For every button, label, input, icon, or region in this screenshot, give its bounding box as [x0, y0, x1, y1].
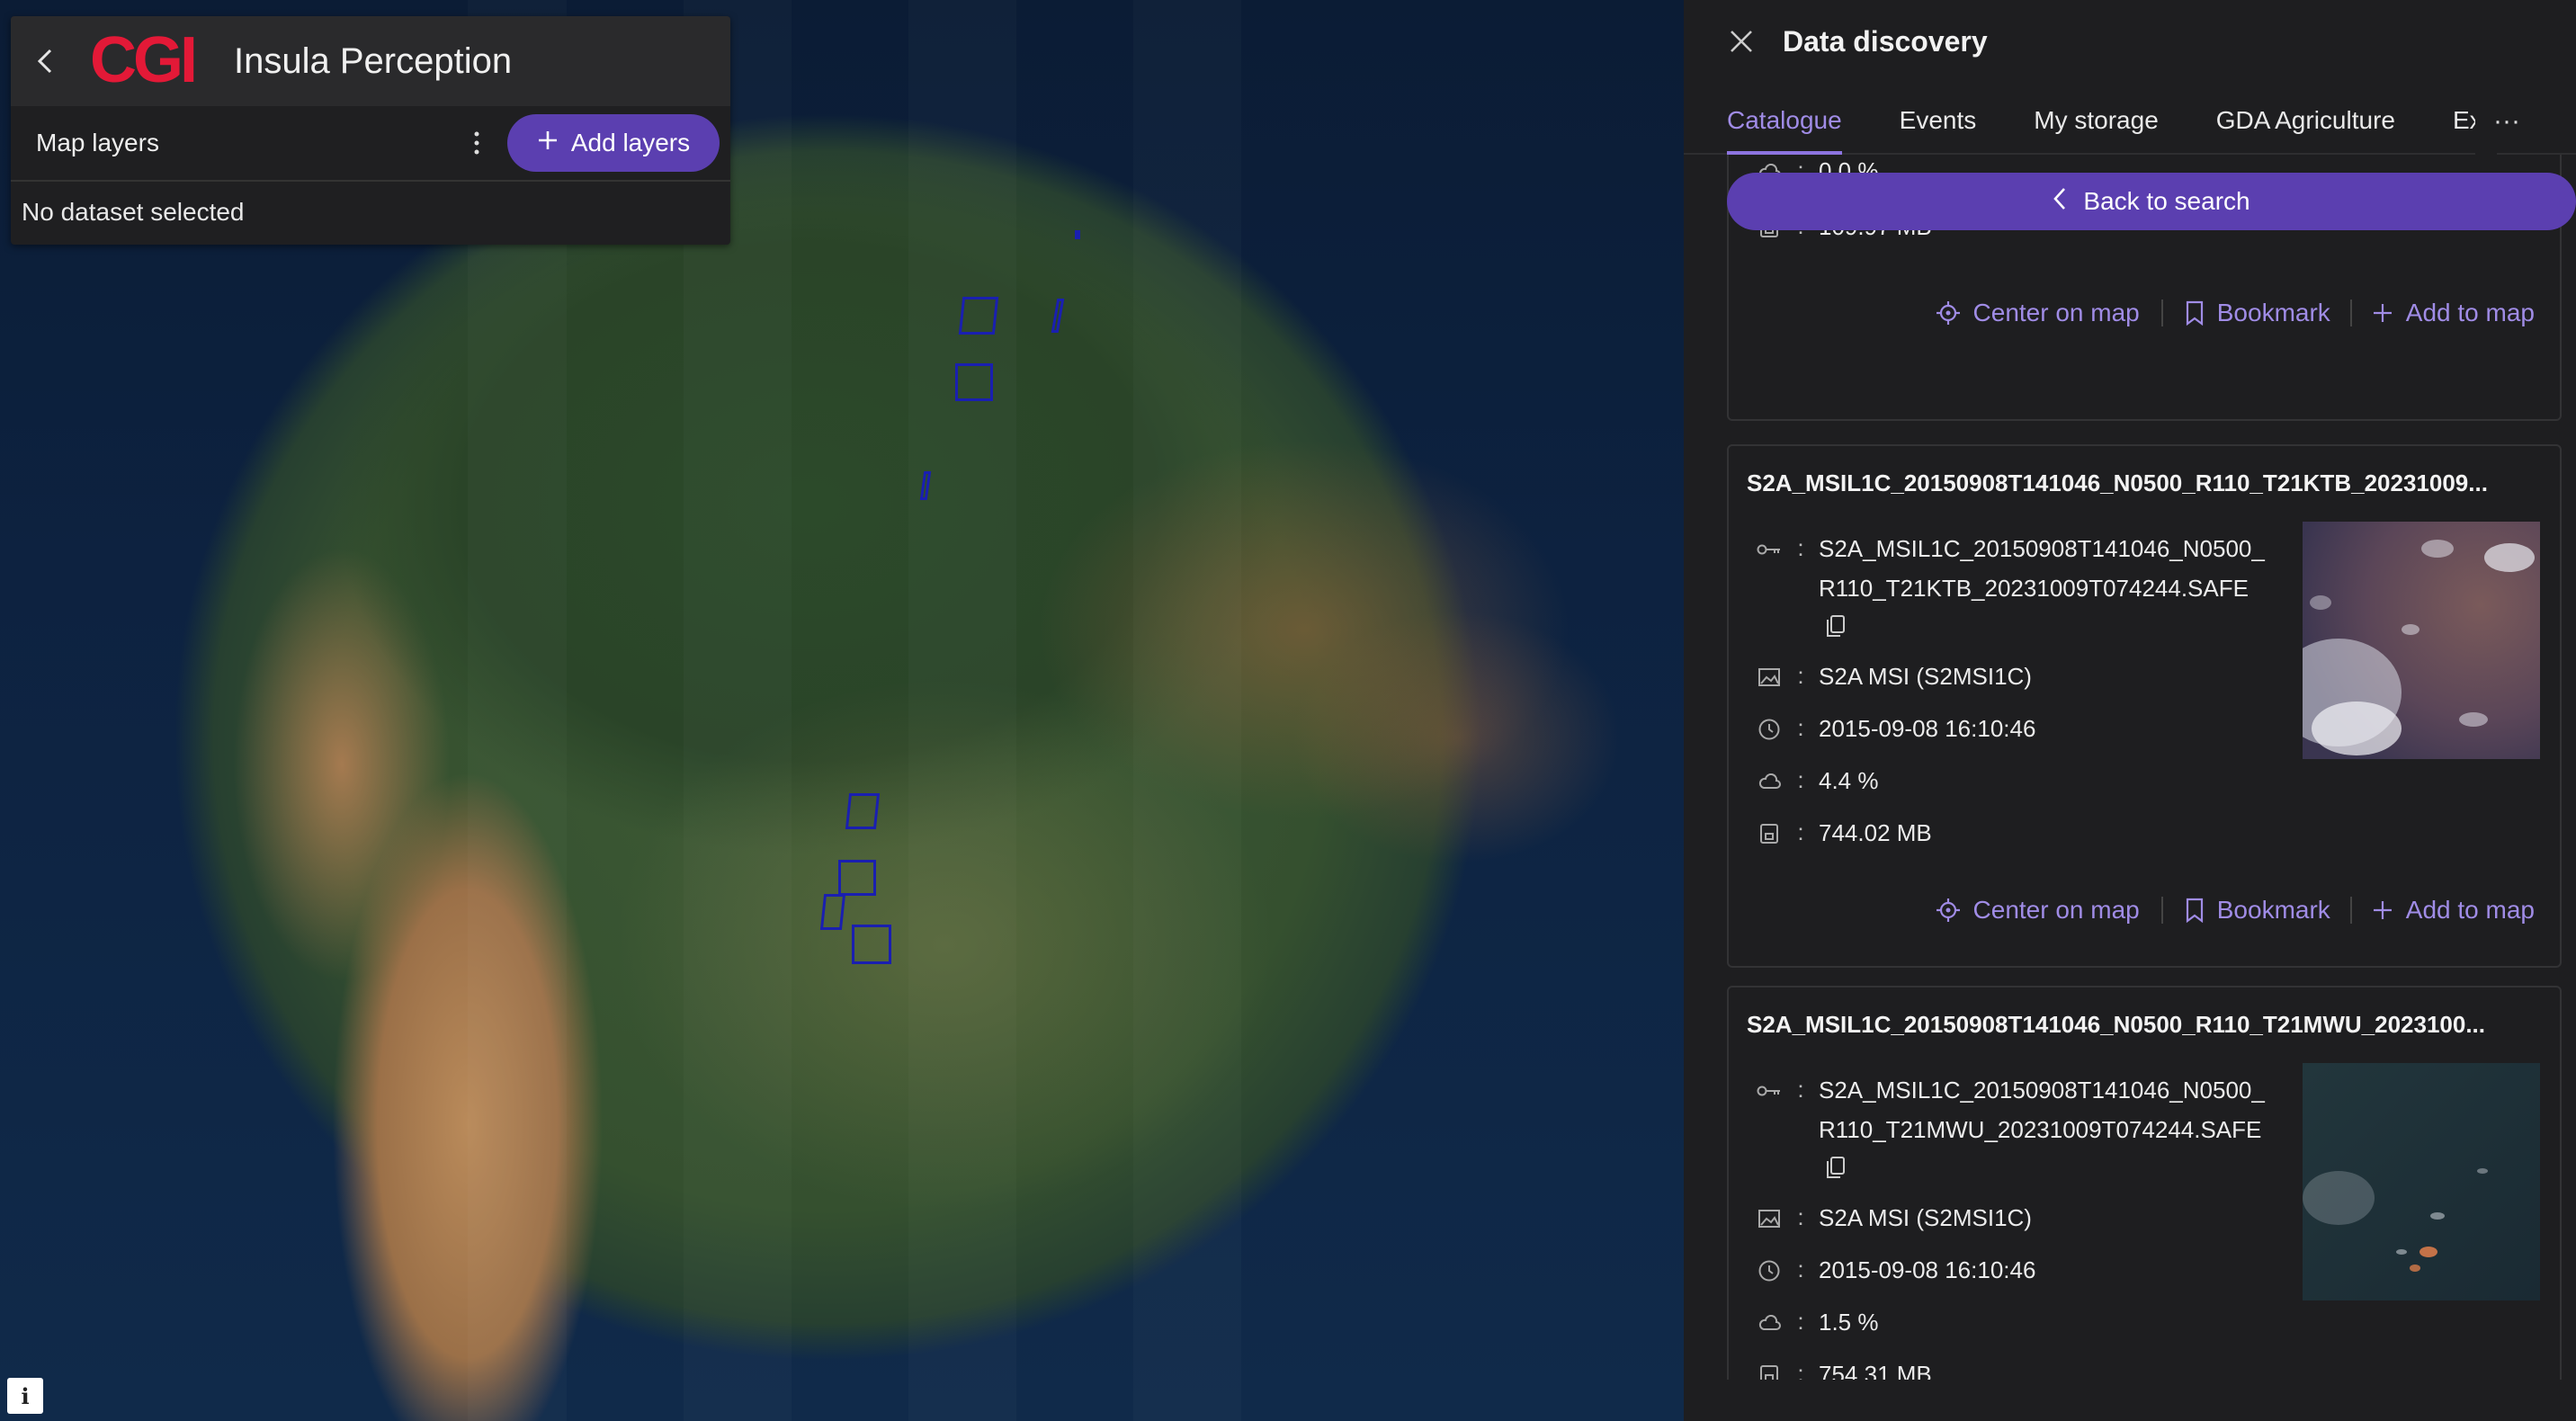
image-icon — [1756, 1205, 1783, 1232]
product-id: S2A_MSIL1C_20150908T141046_N0500_R110_T2… — [1819, 1077, 2265, 1143]
svg-text:CGI: CGI — [90, 30, 194, 89]
footprint-polygon[interactable] — [1051, 299, 1065, 333]
panel-title: Data discovery — [1783, 24, 1988, 58]
layers-label: Map layers — [36, 129, 159, 156]
bookmark-icon — [2186, 898, 2203, 923]
cloud-cover: 1.5 % — [1819, 1309, 1879, 1336]
clock-icon — [1756, 1257, 1783, 1284]
acquisition-datetime: 2015-09-08 16:10:46 — [1819, 715, 2036, 742]
key-icon — [1756, 536, 1783, 563]
cgi-logo: CGI — [90, 24, 209, 96]
product-id: S2A_MSIL1C_20150908T141046_N0500_R110_T2… — [1819, 535, 2265, 602]
back-to-search-button[interactable]: Back to search — [1727, 173, 2576, 230]
cloud-cover: 4.4 % — [1819, 767, 1879, 794]
result-title[interactable]: S2A_MSIL1C_20150908T141046_N0500_R110_T2… — [1729, 988, 2547, 1039]
id-row: : S2A_MSIL1C_20150908T141046_N0500_R110_… — [1756, 1076, 2268, 1191]
file-size: 754.31 MB — [1819, 1361, 1932, 1380]
footprint-polygon[interactable] — [845, 793, 881, 829]
instrument-row: : S2A MSI (S2MSI1C) — [1756, 662, 2268, 696]
footprint-polygon[interactable] — [819, 894, 846, 930]
footprint-polygon[interactable] — [1075, 230, 1080, 239]
bookmark-icon — [2186, 300, 2203, 326]
tab-events[interactable]: Events — [1900, 106, 1977, 153]
footprint-polygon[interactable] — [955, 363, 993, 401]
app-header: CGI Insula Perception — [11, 16, 730, 106]
cloud-row: : 4.4 % — [1756, 766, 2268, 800]
center-on-map-button[interactable]: Center on map — [1936, 896, 2140, 925]
footprint-polygon[interactable] — [852, 925, 891, 964]
app-panel: CGI Insula Perception Map layers Add lay… — [11, 16, 730, 245]
add-layers-button[interactable]: Add layers — [507, 114, 720, 172]
close-icon[interactable] — [1723, 23, 1759, 59]
footprint-polygon[interactable] — [838, 860, 876, 896]
size-row: : 744.02 MB — [1756, 818, 2268, 853]
instrument-row: : S2A MSI (S2MSI1C) — [1756, 1203, 2268, 1238]
instrument: S2A MSI (S2MSI1C) — [1819, 1204, 2032, 1231]
instrument: S2A MSI (S2MSI1C) — [1819, 663, 2032, 690]
id-row: : S2A_MSIL1C_20150908T141046_N0500_R110_… — [1756, 534, 2268, 649]
quicklook-thumbnail[interactable] — [2276, 522, 2540, 759]
card-actions: Center on map Bookmark Add to map — [1936, 896, 2535, 925]
copy-icon[interactable] — [1826, 610, 1846, 649]
copy-icon[interactable] — [1826, 1151, 1846, 1191]
tab-gda-agriculture[interactable]: GDA Agriculture — [2216, 106, 2395, 153]
tab-bar: Catalogue Events My storage GDA Agricult… — [1684, 83, 2576, 155]
tab-catalogue[interactable]: Catalogue — [1727, 106, 1842, 155]
plus-icon — [2373, 901, 2392, 919]
result-card[interactable]: S2A_MSIL1C_20150908T141046_N0500_R110_T2… — [1727, 444, 2562, 968]
imagery-strip — [908, 0, 1016, 1421]
chevron-left-icon — [2053, 187, 2067, 217]
results-list[interactable]: : 0.0 % : 109.97 MB Center on map Bookma… — [1727, 155, 2576, 1380]
bookmark-button[interactable]: Bookmark — [2185, 299, 2330, 327]
clock-icon — [1756, 716, 1783, 743]
add-to-map-button[interactable]: Add to map — [2372, 299, 2535, 327]
panel-header: Data discovery — [1684, 0, 2576, 83]
cloud-icon — [1756, 1309, 1783, 1336]
add-to-map-button[interactable]: Add to map — [2372, 896, 2535, 925]
size-row: : 754.31 MB — [1756, 1360, 2268, 1380]
center-on-map-button[interactable]: Center on map — [1936, 299, 2140, 327]
quicklook-thumbnail[interactable] — [2303, 1063, 2540, 1300]
cloud-icon — [1756, 768, 1783, 795]
key-icon — [1756, 1077, 1783, 1104]
more-tabs-icon[interactable]: ··· — [2493, 106, 2520, 137]
storage-icon — [1756, 1362, 1783, 1380]
result-card[interactable]: S2A_MSIL1C_20150908T141046_N0500_R110_T2… — [1727, 986, 2562, 1380]
card-actions: Center on map Bookmark Add to map — [1936, 299, 2535, 327]
no-dataset-text: No dataset selected — [22, 198, 245, 226]
datetime-row: : 2015-09-08 16:10:46 — [1756, 714, 2268, 748]
tab-my-storage[interactable]: My storage — [2034, 106, 2159, 153]
image-icon — [1756, 664, 1783, 691]
storage-icon — [1756, 820, 1783, 847]
add-layers-label: Add layers — [570, 129, 691, 156]
data-discovery-panel: Data discovery Catalogue Events My stora… — [1684, 0, 2576, 1421]
more-vertical-icon[interactable] — [466, 125, 487, 161]
bookmark-button[interactable]: Bookmark — [2185, 896, 2330, 925]
app-title: Insula Perception — [234, 40, 513, 81]
crosshair-icon — [1936, 898, 1960, 922]
imagery-strip — [1133, 0, 1241, 1421]
crosshair-icon — [1936, 301, 1960, 325]
result-title[interactable]: S2A_MSIL1C_20150908T141046_N0500_R110_T2… — [1729, 446, 2547, 497]
acquisition-datetime: 2015-09-08 16:10:46 — [1819, 1256, 2036, 1283]
plus-icon — [2373, 304, 2392, 322]
chevron-left-icon[interactable] — [27, 43, 63, 79]
cloud-row: : 1.5 % — [1756, 1308, 2268, 1342]
plus-icon — [537, 129, 559, 157]
file-size: 744.02 MB — [1819, 819, 1932, 846]
back-to-search-label: Back to search — [2083, 187, 2250, 215]
map-info-button[interactable]: i — [7, 1378, 43, 1414]
footprint-polygon[interactable] — [958, 297, 999, 335]
datetime-row: : 2015-09-08 16:10:46 — [1756, 1256, 2268, 1290]
layers-toolbar: Map layers Add layers — [11, 106, 730, 182]
